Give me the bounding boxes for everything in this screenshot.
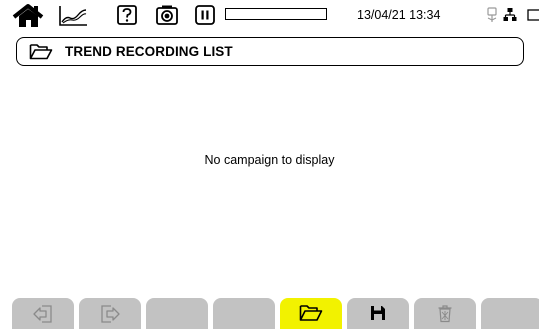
network-icon	[503, 7, 517, 22]
page-title: TREND RECORDING LIST	[65, 44, 233, 59]
softkey-delete[interactable]	[414, 298, 476, 329]
usb-icon	[485, 7, 499, 23]
softkey-bar	[0, 298, 539, 329]
folder-icon	[29, 43, 53, 60]
exit-right-icon	[79, 304, 141, 324]
softkey-4[interactable]	[213, 298, 275, 329]
recording-progress-bar	[225, 8, 327, 20]
empty-state-message: No campaign to display	[204, 153, 335, 167]
battery-icon	[527, 9, 539, 21]
softkey-3[interactable]	[146, 298, 208, 329]
datetime: 13/04/21 13:34	[357, 8, 441, 22]
exit-left-icon	[12, 304, 74, 324]
title-bar: TREND RECORDING LIST	[16, 37, 524, 66]
home-icon[interactable]	[12, 3, 46, 29]
save-icon	[347, 304, 409, 322]
camera-icon[interactable]	[156, 5, 178, 25]
folder-open-icon	[280, 304, 342, 322]
softkey-save[interactable]	[347, 298, 409, 329]
pause-icon[interactable]	[195, 5, 215, 25]
status-bar: 13/04/21 13:34	[0, 0, 539, 33]
softkey-exit-left[interactable]	[12, 298, 74, 329]
trend-chart-icon[interactable]	[57, 4, 89, 28]
trash-icon	[414, 304, 476, 323]
softkey-open-folder[interactable]	[280, 298, 342, 329]
softkey-exit-right[interactable]	[79, 298, 141, 329]
softkey-8[interactable]	[481, 298, 539, 329]
help-icon[interactable]	[117, 5, 137, 25]
